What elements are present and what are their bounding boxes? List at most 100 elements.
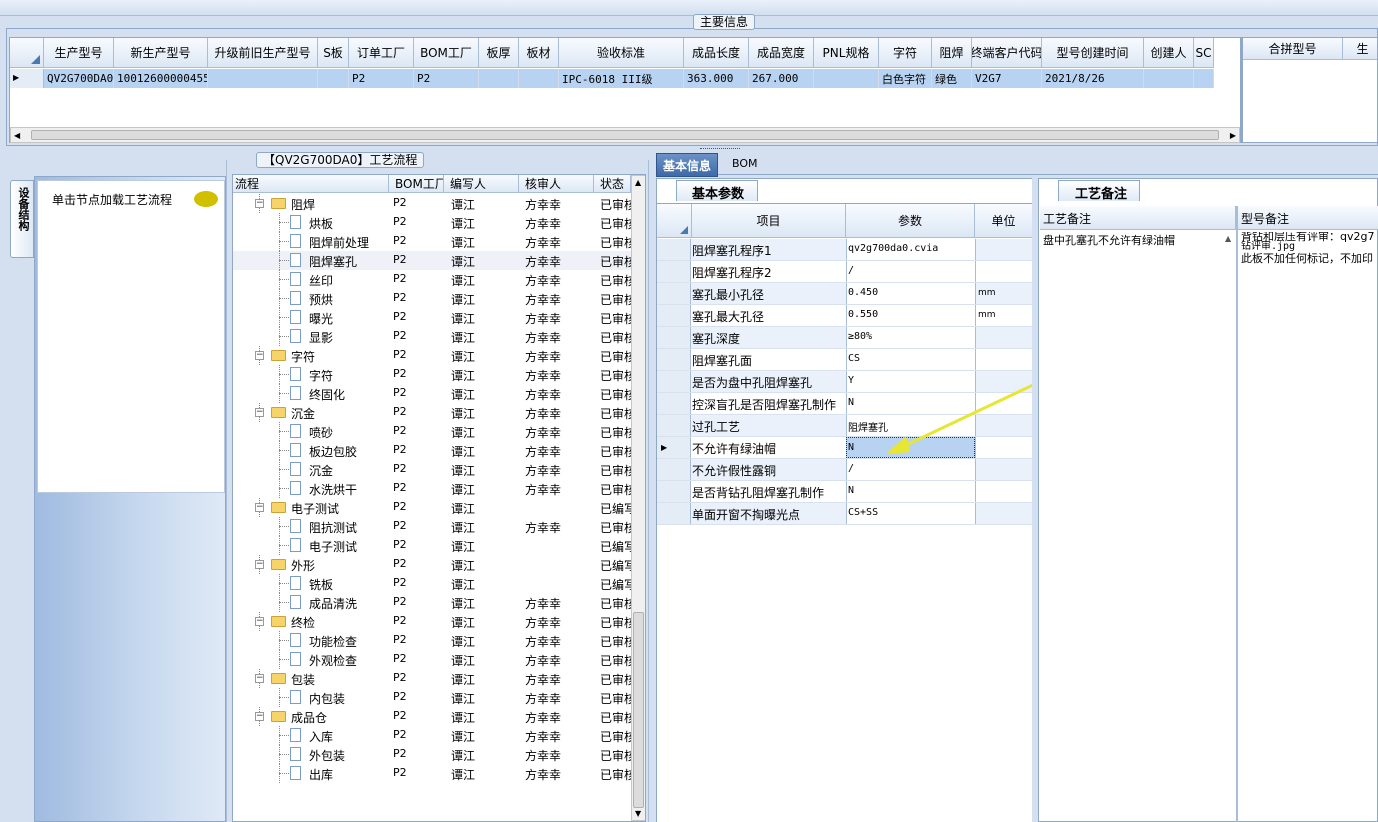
- process-row[interactable]: 水洗烘干 P2 谭江 方幸幸 已审核: [233, 479, 633, 498]
- main-col-1[interactable]: 新生产型号: [114, 38, 208, 68]
- param-row-header[interactable]: [657, 239, 691, 260]
- process-row[interactable]: 显影 P2 谭江 方幸幸 已审核: [233, 327, 633, 346]
- param-row[interactable]: 阻焊塞孔程序1 qv2g700da0.cvia: [657, 239, 1033, 261]
- scroll-thumb[interactable]: [31, 130, 1219, 140]
- process-row[interactable]: 曝光 P2 谭江 方幸幸 已审核: [233, 308, 633, 327]
- process-row[interactable]: − 终检 P2 谭江 方幸幸 已审核: [233, 612, 633, 631]
- params-title-tab[interactable]: 基本参数: [676, 180, 758, 202]
- main-col-9[interactable]: 成品长度: [684, 38, 749, 68]
- collapse-icon[interactable]: −: [255, 503, 264, 512]
- param-row-header[interactable]: [657, 283, 691, 304]
- process-row[interactable]: 烘板 P2 谭江 方幸幸 已审核: [233, 213, 633, 232]
- splitter-handle[interactable]: [700, 148, 740, 152]
- process-row[interactable]: − 外形 P2 谭江 已编写: [233, 555, 633, 574]
- process-row[interactable]: 内包装 P2 谭江 方幸幸 已审核: [233, 688, 633, 707]
- param-row[interactable]: 是否背钻孔阻焊塞孔制作 N: [657, 481, 1033, 503]
- main-cell-1[interactable]: 10012600000455: [114, 69, 208, 88]
- note-scroll-up-icon[interactable]: ▲: [1225, 234, 1231, 243]
- process-row[interactable]: 外观检查 P2 谭江 方幸幸 已审核: [233, 650, 633, 669]
- param-row-header[interactable]: [657, 261, 691, 282]
- main-col-8[interactable]: 验收标准: [559, 38, 684, 68]
- param-value[interactable]: ≥80%: [846, 327, 975, 348]
- main-col-6[interactable]: 板厚: [479, 38, 519, 68]
- params-col-item[interactable]: 项目: [692, 204, 846, 238]
- main-cell-5[interactable]: P2: [414, 69, 479, 88]
- process-row[interactable]: 板边包胶 P2 谭江 方幸幸 已审核: [233, 441, 633, 460]
- main-cell-11[interactable]: [814, 69, 879, 88]
- param-row-header[interactable]: ▶: [657, 437, 691, 458]
- process-row[interactable]: − 电子测试 P2 谭江 已编写: [233, 498, 633, 517]
- param-row-header[interactable]: [657, 305, 691, 326]
- param-row[interactable]: 单面开窗不掏曝光点 CS+SS: [657, 503, 1033, 525]
- param-value[interactable]: 0.550: [846, 305, 975, 326]
- collapse-icon[interactable]: −: [255, 199, 264, 208]
- process-row[interactable]: 成品清洗 P2 谭江 方幸幸 已审核: [233, 593, 633, 612]
- main-cell-17[interactable]: [1194, 69, 1214, 88]
- main-col-12[interactable]: 字符: [879, 38, 932, 68]
- collapse-icon[interactable]: −: [255, 617, 264, 626]
- param-value[interactable]: /: [846, 459, 975, 480]
- side-tab-equipment[interactable]: 设备结构: [10, 180, 34, 258]
- process-row[interactable]: 阻焊塞孔 P2 谭江 方幸幸 已审核: [233, 251, 633, 270]
- param-row-header[interactable]: [657, 349, 691, 370]
- main-cell-0[interactable]: QV2G700DA0: [44, 69, 114, 88]
- param-row[interactable]: 不允许假性露铜 /: [657, 459, 1033, 481]
- scroll-up-icon[interactable]: ▲: [635, 178, 641, 187]
- notes-header-2[interactable]: 型号备注: [1238, 206, 1378, 230]
- main-col-15[interactable]: 型号创建时间: [1042, 38, 1144, 68]
- mid-splitter[interactable]: [648, 160, 654, 822]
- process-col-flow[interactable]: 流程: [233, 175, 389, 193]
- process-row[interactable]: 喷砂 P2 谭江 方幸幸 已审核: [233, 422, 633, 441]
- comment-icon[interactable]: [194, 191, 218, 207]
- process-col-status[interactable]: 状态: [594, 175, 631, 193]
- param-row[interactable]: 阻焊塞孔程序2 /: [657, 261, 1033, 283]
- process-row[interactable]: − 包装 P2 谭江 方幸幸 已审核: [233, 669, 633, 688]
- main-cell-13[interactable]: 绿色: [932, 69, 972, 88]
- params-col-value[interactable]: 参数: [846, 204, 975, 238]
- model-note-text[interactable]: 背钻和层压有评审：qv2g7 钻评审.jpg 此板不加任何标记，不加印: [1241, 232, 1378, 266]
- load-process-hint[interactable]: 单击节点加载工艺流程: [52, 191, 172, 208]
- collapse-icon[interactable]: −: [255, 674, 264, 683]
- main-cell-16[interactable]: [1144, 69, 1194, 88]
- param-value[interactable]: qv2g700da0.cvia: [846, 239, 975, 260]
- param-row[interactable]: 塞孔最大孔径 0.550 mm: [657, 305, 1033, 327]
- main-col-14[interactable]: 终端客户代码: [972, 38, 1042, 68]
- main-col-17[interactable]: SC: [1194, 38, 1214, 68]
- scroll-left-icon[interactable]: ◀: [14, 131, 20, 140]
- main-col-16[interactable]: 创建人: [1144, 38, 1194, 68]
- process-row[interactable]: 预烘 P2 谭江 方幸幸 已审核: [233, 289, 633, 308]
- param-row[interactable]: 塞孔最小孔径 0.450 mm: [657, 283, 1033, 305]
- param-value[interactable]: N: [846, 481, 975, 502]
- process-col-writer[interactable]: 编写人: [444, 175, 519, 193]
- main-col-13[interactable]: 阻焊: [932, 38, 972, 68]
- param-row-header[interactable]: [657, 503, 691, 524]
- main-col-3[interactable]: S板: [318, 38, 349, 68]
- row-indicator-icon[interactable]: ▶: [10, 69, 44, 88]
- notes-header-1[interactable]: 工艺备注: [1040, 206, 1236, 230]
- collapse-icon[interactable]: −: [255, 712, 264, 721]
- process-row[interactable]: 阻抗测试 P2 谭江 方幸幸 已审核: [233, 517, 633, 536]
- process-row[interactable]: 功能检查 P2 谭江 方幸幸 已审核: [233, 631, 633, 650]
- process-scroll-thumb[interactable]: [633, 612, 644, 808]
- process-row[interactable]: 阻焊前处理 P2 谭江 方幸幸 已审核: [233, 232, 633, 251]
- main-col-0[interactable]: 生产型号: [44, 38, 114, 68]
- param-value[interactable]: CS+SS: [846, 503, 975, 524]
- main-cell-10[interactable]: 267.000: [749, 69, 814, 88]
- param-value[interactable]: CS: [846, 349, 975, 370]
- process-col-reviewer[interactable]: 核审人: [519, 175, 594, 193]
- param-row[interactable]: 塞孔深度 ≥80%: [657, 327, 1033, 349]
- param-value[interactable]: /: [846, 261, 975, 282]
- main-cell-4[interactable]: P2: [349, 69, 414, 88]
- main-cell-3[interactable]: [318, 69, 349, 88]
- main-col-5[interactable]: BOM工厂: [414, 38, 479, 68]
- horizontal-scrollbar[interactable]: ◀ ▶: [10, 127, 1240, 143]
- param-row-header[interactable]: [657, 481, 691, 502]
- main-cell-9[interactable]: 363.000: [684, 69, 749, 88]
- process-row[interactable]: 沉金 P2 谭江 方幸幸 已审核: [233, 460, 633, 479]
- notes-title-tab[interactable]: 工艺备注: [1058, 180, 1140, 202]
- scroll-right-icon[interactable]: ▶: [1230, 131, 1236, 140]
- collapse-icon[interactable]: −: [255, 408, 264, 417]
- main-cell-2[interactable]: [208, 69, 318, 88]
- main-cell-12[interactable]: 白色字符: [879, 69, 932, 88]
- param-row-header[interactable]: [657, 393, 691, 414]
